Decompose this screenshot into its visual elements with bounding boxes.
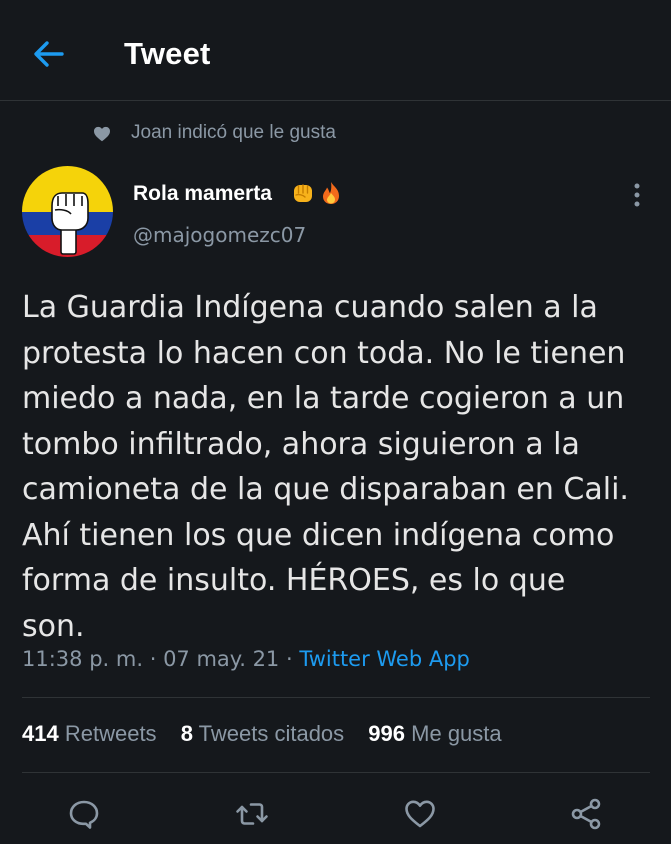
tweet-meta: 11:38 p. m. · 07 may. 21 · Twitter Web A…	[22, 647, 470, 671]
retweet-button[interactable]	[234, 796, 270, 832]
more-vertical-icon	[634, 183, 640, 207]
meta-separator: ·	[285, 647, 300, 671]
like-icon	[405, 800, 435, 828]
header-bar: Tweet	[0, 0, 671, 101]
raised-fist-emoji	[294, 184, 312, 202]
likes-count: 996	[368, 721, 406, 746]
tweet-time[interactable]: 11:38 p. m.	[22, 647, 143, 671]
share-icon	[571, 798, 601, 830]
quotes-count: 8	[180, 721, 193, 746]
author-handle[interactable]: @majogomezc07	[133, 223, 306, 247]
share-button[interactable]	[569, 796, 605, 832]
likes-stat[interactable]: 996 Me gusta	[368, 721, 501, 747]
tweet-stats: 414 Retweets 8 Tweets citados 996 Me gus…	[22, 721, 520, 747]
tweet-text: La Guardia Indígena cuando salen a la pr…	[22, 290, 629, 644]
quotes-stat[interactable]: 8 Tweets citados	[181, 721, 344, 747]
tweet-source-link[interactable]: Twitter Web App	[299, 647, 470, 671]
social-context-text: Joan indicó que le gusta	[131, 122, 336, 143]
arrow-left-icon	[34, 41, 64, 67]
back-button[interactable]	[28, 36, 68, 72]
divider	[22, 772, 650, 773]
reply-icon	[69, 800, 99, 829]
retweets-count: 414	[22, 721, 59, 746]
colombian-flag-fist-avatar	[22, 166, 113, 257]
meta-separator: ·	[149, 647, 164, 671]
heart-filled-icon	[94, 126, 110, 142]
fire-emoji	[323, 182, 339, 204]
divider	[22, 697, 650, 698]
retweet-icon	[236, 803, 268, 825]
like-button[interactable]	[402, 796, 438, 832]
page-title: Tweet	[124, 36, 211, 71]
quotes-label: Tweets citados	[198, 721, 345, 746]
tweet-date[interactable]: 07 may. 21	[163, 647, 279, 671]
avatar[interactable]	[22, 166, 113, 257]
likes-label: Me gusta	[411, 721, 502, 746]
retweets-label: Retweets	[64, 721, 157, 746]
author-display-name[interactable]: Rola mamerta	[133, 182, 272, 206]
retweets-stat[interactable]: 414 Retweets	[22, 721, 157, 747]
reply-button[interactable]	[66, 796, 102, 832]
more-options-button[interactable]	[626, 180, 648, 210]
